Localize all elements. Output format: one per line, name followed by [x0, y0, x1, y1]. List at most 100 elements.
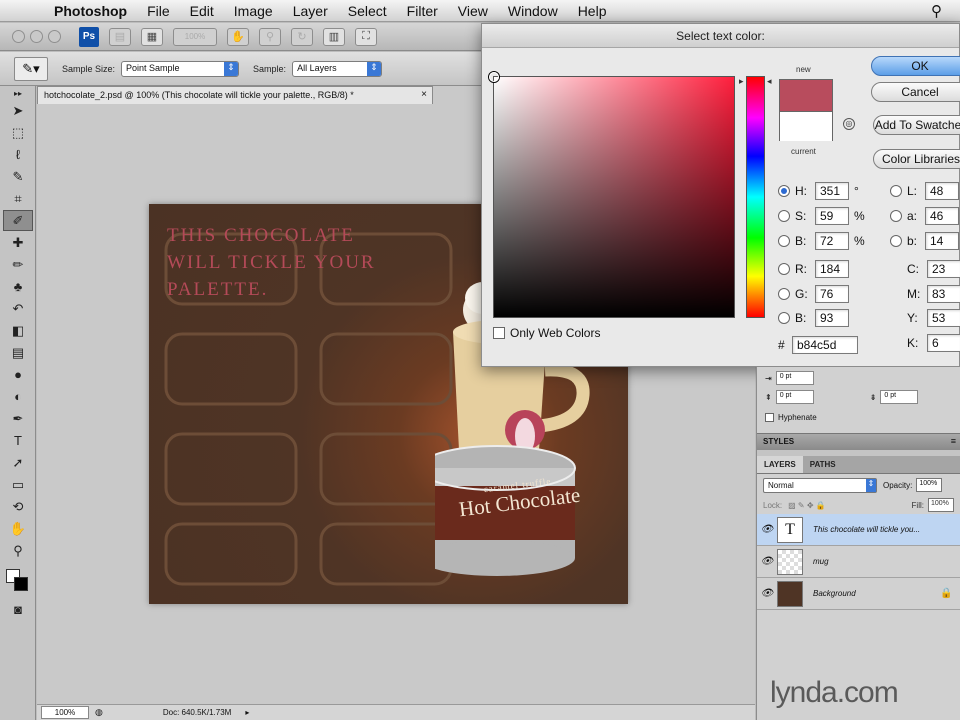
zoom-tool-icon[interactable]: ⚲: [3, 540, 33, 561]
type-tool-icon[interactable]: T: [3, 430, 33, 451]
layer-row-mug[interactable]: 👁 mug: [757, 546, 960, 578]
blur-tool-icon[interactable]: ●: [3, 364, 33, 385]
menu-window[interactable]: Window: [498, 3, 568, 19]
color-swatches[interactable]: [2, 567, 34, 593]
zoom-level-select[interactable]: 100%: [173, 27, 217, 46]
layer-row-text[interactable]: 👁 T This chocolate will tickle you...: [757, 514, 960, 546]
lab-a-field[interactable]: 46: [925, 207, 959, 225]
crop-tool-icon[interactable]: ⌗: [3, 188, 33, 209]
menu-app-name[interactable]: Photoshop: [44, 3, 137, 19]
color-libraries-button[interactable]: Color Libraries: [873, 149, 960, 169]
red-field[interactable]: 184: [815, 260, 849, 278]
saturation-brightness-field[interactable]: [489, 72, 735, 318]
green-field[interactable]: 76: [815, 285, 849, 303]
rotate-view-icon[interactable]: ↻: [291, 27, 313, 46]
hue-radio[interactable]: [778, 185, 790, 197]
status-menu-arrow-icon[interactable]: ▸: [245, 708, 249, 717]
hue-slider[interactable]: [746, 76, 765, 318]
zoom-window-button[interactable]: [48, 30, 61, 43]
layer-name[interactable]: mug: [813, 557, 960, 566]
lab-a-radio[interactable]: [890, 210, 902, 222]
gradient-tool-icon[interactable]: ▤: [3, 342, 33, 363]
hex-field[interactable]: b84c5d: [792, 336, 858, 354]
status-zoom-field[interactable]: 100%: [41, 706, 89, 719]
lab-b-field[interactable]: 14: [925, 232, 959, 250]
close-tab-icon[interactable]: ×: [421, 89, 427, 100]
add-to-swatches-button[interactable]: Add To Swatches: [873, 115, 960, 135]
red-radio[interactable]: [778, 263, 790, 275]
out-of-gamut-icon[interactable]: ◎: [843, 118, 855, 130]
only-web-colors-checkbox[interactable]: [493, 327, 505, 339]
menu-image[interactable]: Image: [224, 3, 283, 19]
lock-options-icon[interactable]: ▨ ✎ ✥ 🔒: [788, 501, 826, 510]
opacity-field[interactable]: 100%: [916, 478, 943, 492]
menu-filter[interactable]: Filter: [397, 3, 448, 19]
toolbox-collapse-icon[interactable]: ▸▸: [3, 87, 33, 99]
move-tool-icon[interactable]: ➤: [3, 100, 33, 121]
visibility-eye-icon[interactable]: 👁: [757, 556, 777, 567]
fill-field[interactable]: 100%: [928, 498, 954, 512]
view-extras-icon[interactable]: ▦: [141, 27, 163, 46]
layer-name[interactable]: Background: [813, 589, 940, 598]
hue-slider-right-arrow-icon[interactable]: ◂: [767, 76, 772, 87]
path-selection-tool-icon[interactable]: ➚: [3, 452, 33, 473]
quick-selection-tool-icon[interactable]: ✎: [3, 166, 33, 187]
styles-panel-header[interactable]: STYLES ≡: [757, 433, 960, 450]
lab-l-field[interactable]: 48: [925, 182, 959, 200]
pen-tool-icon[interactable]: ✒: [3, 408, 33, 429]
eraser-tool-icon[interactable]: ◧: [3, 320, 33, 341]
lasso-tool-icon[interactable]: ℓ: [3, 144, 33, 165]
hyphenate-checkbox[interactable]: [765, 412, 774, 422]
picker-cursor[interactable]: [489, 72, 499, 82]
visibility-eye-icon[interactable]: 👁: [757, 524, 777, 535]
canvas-headline-text[interactable]: This chocolate will tickle your palette.: [167, 222, 407, 303]
clone-stamp-tool-icon[interactable]: ♣: [3, 276, 33, 297]
yellow-field[interactable]: 53: [927, 309, 960, 327]
green-radio[interactable]: [778, 288, 790, 300]
eyedropper-preset-icon[interactable]: ✎▾: [14, 56, 48, 81]
current-color-swatch[interactable]: [780, 111, 832, 141]
zoom-tool-icon[interactable]: ⚲: [259, 27, 281, 46]
space-after-field[interactable]: 0 pt: [880, 390, 919, 404]
blue-field[interactable]: 93: [815, 309, 849, 327]
status-info-icon[interactable]: ◍: [95, 707, 103, 718]
layer-row-background[interactable]: 👁 Background 🔒: [757, 578, 960, 610]
blend-mode-select[interactable]: Normal: [763, 477, 877, 493]
space-before-field[interactable]: 0 pt: [775, 390, 814, 404]
hue-field[interactable]: 351: [815, 182, 849, 200]
ok-button[interactable]: OK: [871, 56, 960, 76]
minimize-window-button[interactable]: [30, 30, 43, 43]
menu-layer[interactable]: Layer: [283, 3, 338, 19]
marquee-tool-icon[interactable]: ⬚: [3, 122, 33, 143]
cyan-field[interactable]: 23: [927, 260, 960, 278]
hand-tool-icon[interactable]: ✋: [3, 518, 33, 539]
background-color-swatch[interactable]: [14, 577, 28, 591]
shape-tool-icon[interactable]: ▭: [3, 474, 33, 495]
quick-mask-icon[interactable]: ◙: [3, 599, 33, 620]
screen-mode-icon[interactable]: ⛶: [355, 27, 377, 46]
tab-layers[interactable]: LAYERS: [757, 456, 803, 473]
menu-help[interactable]: Help: [568, 3, 617, 19]
history-brush-tool-icon[interactable]: ↶: [3, 298, 33, 319]
lab-b-radio[interactable]: [890, 235, 902, 247]
saturation-radio[interactable]: [778, 210, 790, 222]
cancel-button[interactable]: Cancel: [871, 82, 960, 102]
panel-menu-icon[interactable]: ≡: [951, 436, 956, 446]
bridge-icon[interactable]: ▤: [109, 27, 131, 46]
document-tab[interactable]: hotchocolate_2.psd @ 100% (This chocolat…: [37, 86, 433, 104]
menu-edit[interactable]: Edit: [180, 3, 224, 19]
spotlight-search-icon[interactable]: ⚲: [931, 2, 942, 20]
sample-select[interactable]: All Layers: [292, 60, 383, 77]
saturation-field[interactable]: 59: [815, 207, 849, 225]
only-web-colors-option[interactable]: Only Web Colors: [493, 326, 600, 340]
arrange-documents-icon[interactable]: ▥: [323, 27, 345, 46]
black-field[interactable]: 6: [927, 334, 960, 352]
hyphenate-row[interactable]: Hyphenate: [757, 407, 960, 427]
sample-size-select[interactable]: Point Sample: [121, 60, 240, 77]
blue-radio[interactable]: [778, 312, 790, 324]
hue-slider-left-arrow-icon[interactable]: ▸: [739, 76, 744, 87]
visibility-eye-icon[interactable]: 👁: [757, 588, 777, 599]
menu-file[interactable]: File: [137, 3, 180, 19]
close-window-button[interactable]: [12, 30, 25, 43]
brightness-field[interactable]: 72: [815, 232, 849, 250]
